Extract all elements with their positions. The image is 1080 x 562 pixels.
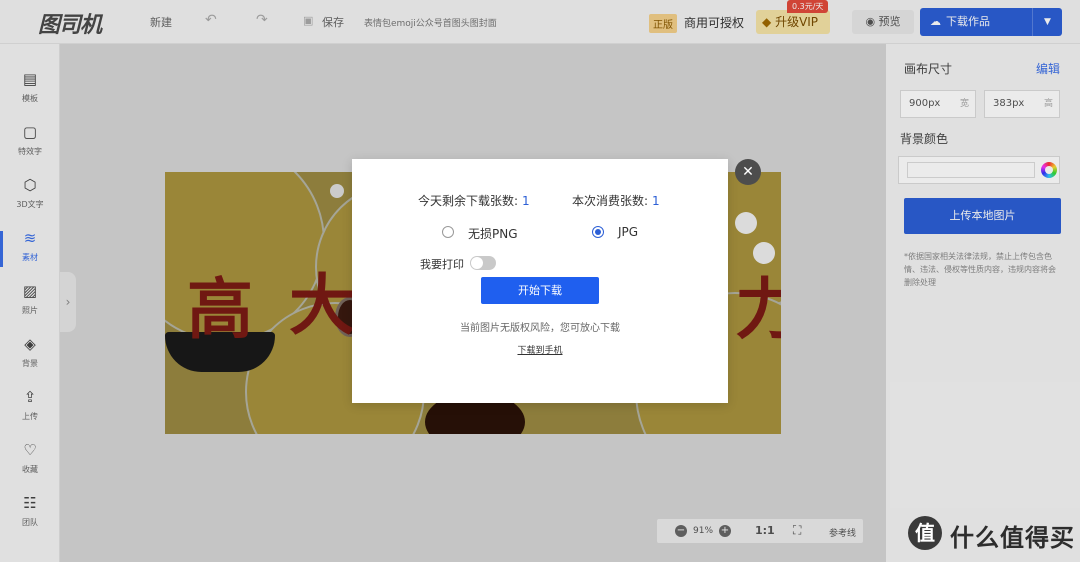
png-option-label[interactable]: 无损PNG	[468, 225, 518, 242]
start-download-button[interactable]: 开始下载	[481, 277, 599, 304]
remaining-count: 今天剩余下载张数: 1	[418, 192, 530, 209]
download-dialog: 今天剩余下载张数: 1 本次消费张数: 1 无损PNG JPG 我要打印 开始下载 …	[352, 159, 728, 403]
copyright-info: 当前图片无版权风险，您可放心下载	[460, 323, 620, 334]
close-icon: ✕	[742, 164, 754, 180]
consume-count: 本次消费张数: 1	[572, 192, 660, 209]
remaining-value: 1	[522, 194, 530, 208]
consume-value: 1	[652, 194, 660, 208]
close-dialog-button[interactable]: ✕	[735, 159, 761, 185]
remaining-label: 今天剩余下载张数:	[418, 194, 519, 208]
download-to-phone-link[interactable]: 下载到手机	[352, 343, 728, 356]
watermark-text: 什么值得买	[950, 524, 1075, 552]
jpg-radio[interactable]	[592, 226, 604, 238]
site-watermark: 值 什么值得买	[908, 516, 1074, 556]
print-toggle[interactable]	[470, 256, 496, 270]
png-radio[interactable]	[442, 226, 454, 238]
jpg-option-label[interactable]: JPG	[618, 225, 638, 239]
print-label: 我要打印	[420, 258, 464, 271]
consume-label: 本次消费张数:	[572, 194, 649, 208]
smzdm-logo-icon: 值	[908, 516, 942, 550]
